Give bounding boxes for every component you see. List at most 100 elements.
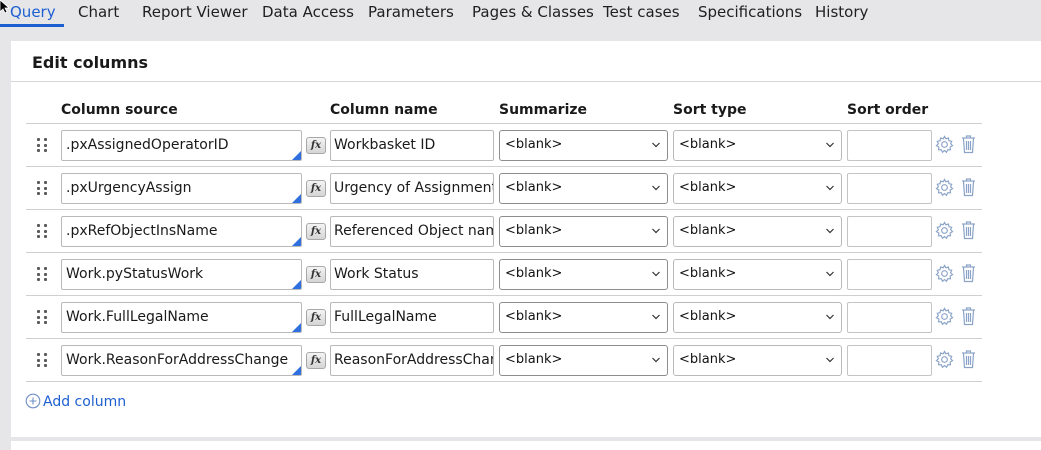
chevron-down-icon: [652, 228, 660, 234]
trash-icon[interactable]: [961, 220, 976, 240]
panel-title: Edit columns: [32, 53, 149, 72]
chevron-down-icon: [652, 314, 660, 320]
gear-icon[interactable]: [935, 264, 954, 283]
summarize-select[interactable]: <blank>: [499, 173, 668, 204]
gear-icon[interactable]: [935, 307, 954, 326]
gear-icon[interactable]: [935, 178, 954, 197]
tab-history[interactable]: History: [815, 3, 868, 21]
trash-icon[interactable]: [961, 349, 976, 369]
tab-test-cases[interactable]: Test cases: [603, 3, 680, 21]
sort-type-select[interactable]: <blank>: [673, 216, 842, 247]
fx-label: fx: [310, 140, 322, 151]
chevron-down-icon: [826, 314, 834, 320]
sort-type-select[interactable]: <blank>: [673, 302, 842, 333]
column-source-input[interactable]: .pxRefObjectInsName: [61, 216, 302, 247]
drag-handle-icon[interactable]: [37, 353, 48, 368]
column-name-input[interactable]: FullLegalName: [330, 302, 494, 333]
sort-order-input[interactable]: [847, 216, 932, 247]
sort-type-select[interactable]: <blank>: [673, 173, 842, 204]
sort-type-value: <blank>: [679, 352, 737, 367]
column-name-input[interactable]: Workbasket ID: [330, 130, 494, 161]
summarize-value: <blank>: [505, 266, 563, 281]
summarize-value: <blank>: [505, 309, 563, 324]
column-name-input[interactable]: ReasonForAddressChange: [330, 345, 494, 376]
drag-handle-icon[interactable]: [37, 310, 48, 325]
column-source-input[interactable]: .pxAssignedOperatorID: [61, 130, 302, 161]
column-source-input[interactable]: Work.FullLegalName: [61, 302, 302, 333]
trash-icon[interactable]: [961, 177, 976, 197]
tab-query[interactable]: Query: [10, 3, 56, 21]
column-source-input[interactable]: Work.pyStatusWork: [61, 259, 302, 290]
drag-handle-icon[interactable]: [37, 181, 48, 196]
summarize-select[interactable]: <blank>: [499, 345, 668, 376]
summarize-select[interactable]: <blank>: [499, 216, 668, 247]
sort-type-select[interactable]: <blank>: [673, 345, 842, 376]
sort-order-input[interactable]: [847, 302, 932, 333]
column-source-input[interactable]: .pxUrgencyAssign: [61, 173, 302, 204]
autocomplete-corner-icon: [292, 280, 301, 289]
trash-icon[interactable]: [961, 134, 976, 154]
summarize-select[interactable]: <blank>: [499, 259, 668, 290]
next-section-panel: [11, 441, 1041, 450]
column-source-input[interactable]: Work.ReasonForAddressChange: [61, 345, 302, 376]
summarize-select[interactable]: <blank>: [499, 302, 668, 333]
chevron-down-icon: [652, 271, 660, 277]
trash-icon[interactable]: [961, 306, 976, 326]
sort-order-input[interactable]: [847, 259, 932, 290]
chevron-down-icon: [826, 357, 834, 363]
sort-order-input[interactable]: [847, 130, 932, 161]
sort-order-input[interactable]: [847, 345, 932, 376]
fx-expression-button[interactable]: fx: [306, 137, 326, 154]
chevron-down-icon: [652, 357, 660, 363]
drag-handle-icon[interactable]: [37, 138, 48, 153]
table-row: Work.ReasonForAddressChange fx ReasonFor…: [26, 339, 982, 382]
chevron-down-icon: [652, 185, 660, 191]
mouse-cursor-icon: [0, 0, 10, 14]
fx-label: fx: [310, 312, 322, 323]
sort-type-value: <blank>: [679, 266, 737, 281]
drag-handle-icon[interactable]: [37, 224, 48, 239]
trash-icon[interactable]: [961, 263, 976, 283]
column-source-value: Work.pyStatusWork: [66, 266, 204, 282]
add-circle-icon: [25, 393, 41, 409]
tab-pages-classes[interactable]: Pages & Classes: [472, 3, 594, 21]
column-name-input[interactable]: Urgency of Assignment: [330, 173, 494, 204]
fx-label: fx: [310, 269, 322, 280]
drag-handle-icon[interactable]: [37, 267, 48, 282]
tab-chart[interactable]: Chart: [78, 3, 119, 21]
summarize-value: <blank>: [505, 352, 563, 367]
column-name-input[interactable]: Work Status: [330, 259, 494, 290]
column-source-value: Work.FullLegalName: [66, 309, 209, 325]
active-tab-indicator: [0, 24, 64, 27]
table-row: .pxRefObjectInsName fx Referenced Object…: [26, 210, 982, 253]
column-name-input[interactable]: Referenced Object name: [330, 216, 494, 247]
fx-expression-button[interactable]: fx: [306, 352, 326, 369]
summarize-select[interactable]: <blank>: [499, 130, 668, 161]
header-summarize: Summarize: [499, 102, 588, 118]
fx-expression-button[interactable]: fx: [306, 180, 326, 197]
fx-expression-button[interactable]: fx: [306, 309, 326, 326]
tab-specifications[interactable]: Specifications: [698, 3, 802, 21]
gear-icon[interactable]: [935, 350, 954, 369]
sort-type-select[interactable]: <blank>: [673, 259, 842, 290]
sort-type-select[interactable]: <blank>: [673, 130, 842, 161]
edit-columns-panel: Edit columns Column source Column name S…: [11, 41, 1041, 437]
tab-bar: Query Chart Report Viewer Data Access Pa…: [0, 0, 1041, 30]
tab-data-access[interactable]: Data Access: [262, 3, 354, 21]
sort-type-value: <blank>: [679, 137, 737, 152]
gear-icon[interactable]: [935, 135, 954, 154]
tab-report-viewer[interactable]: Report Viewer: [142, 3, 247, 21]
chevron-down-icon: [826, 142, 834, 148]
table-row: .pxAssignedOperatorID fx Workbasket ID <…: [26, 124, 982, 167]
gear-icon[interactable]: [935, 221, 954, 240]
sort-type-value: <blank>: [679, 223, 737, 238]
fx-expression-button[interactable]: fx: [306, 266, 326, 283]
summarize-value: <blank>: [505, 223, 563, 238]
sort-type-value: <blank>: [679, 180, 737, 195]
column-name-value: Workbasket ID: [334, 137, 436, 153]
table-row: .pxUrgencyAssign fx Urgency of Assignmen…: [26, 167, 982, 210]
sort-order-input[interactable]: [847, 173, 932, 204]
column-source-value: Work.ReasonForAddressChange: [66, 352, 289, 368]
tab-parameters[interactable]: Parameters: [368, 3, 454, 21]
fx-expression-button[interactable]: fx: [306, 223, 326, 240]
